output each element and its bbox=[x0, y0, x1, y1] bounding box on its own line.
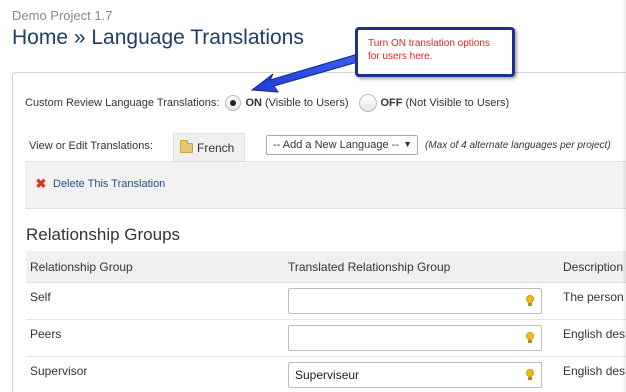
translated-group-input[interactable] bbox=[288, 325, 542, 351]
folder-icon bbox=[180, 140, 193, 153]
column-header-group: Relationship Group bbox=[30, 260, 133, 274]
tab-french[interactable]: French bbox=[173, 133, 245, 162]
table-row: Self The person bbox=[26, 283, 626, 320]
project-title: Demo Project 1.7 bbox=[12, 8, 113, 23]
review-label: Custom Review Language Translations: bbox=[25, 97, 220, 109]
row-group-name: Self bbox=[30, 290, 51, 304]
lightbulb-icon[interactable] bbox=[526, 369, 534, 381]
callout-arrow bbox=[250, 53, 362, 93]
delete-bar: ✖ Delete This Translation bbox=[25, 161, 626, 209]
delete-translation-button[interactable]: ✖ Delete This Translation bbox=[35, 176, 166, 191]
delete-translation-label: Delete This Translation bbox=[53, 178, 166, 190]
section-title: Relationship Groups bbox=[26, 225, 181, 244]
page-edge-shadow bbox=[622, 0, 626, 392]
add-language-select-value: -- Add a New Language -- bbox=[273, 139, 399, 151]
tab-french-label: French bbox=[197, 141, 235, 155]
max-languages-note: (Max of 4 alternate languages per projec… bbox=[425, 140, 611, 151]
radio-off-note: (Not Visible to Users) bbox=[405, 97, 510, 109]
row-description: The person bbox=[563, 290, 624, 304]
callout-note: Turn ON translation options for users he… bbox=[355, 27, 515, 77]
row-group-name: Supervisor bbox=[30, 364, 88, 378]
translated-group-input[interactable] bbox=[288, 362, 542, 388]
table-row: Peers English des bbox=[26, 320, 626, 357]
chevron-down-icon: ▼ bbox=[403, 139, 412, 149]
row-description: English des bbox=[563, 364, 626, 378]
translations-label: View or Edit Translations: bbox=[29, 140, 153, 152]
lightbulb-icon[interactable] bbox=[526, 295, 534, 307]
row-description: English des bbox=[563, 327, 626, 341]
column-header-translated: Translated Relationship Group bbox=[288, 260, 451, 274]
table-row: Supervisor English des bbox=[26, 357, 626, 392]
column-header-description: Description bbox=[563, 260, 624, 274]
add-language-select[interactable]: -- Add a New Language -- ▼ bbox=[266, 135, 418, 155]
table-header: Relationship Group Translated Relationsh… bbox=[26, 251, 626, 283]
row-group-name: Peers bbox=[30, 327, 62, 341]
radio-on-dot bbox=[230, 100, 237, 106]
translated-group-input[interactable] bbox=[288, 288, 542, 314]
lightbulb-icon[interactable] bbox=[526, 332, 534, 344]
translation-tabs-row: View or Edit Translations: French -- Add… bbox=[25, 133, 626, 162]
translations-panel: Custom Review Language Translations: ON … bbox=[12, 72, 626, 392]
delete-icon: ✖ bbox=[35, 176, 47, 191]
radio-off-label: OFF bbox=[380, 97, 403, 109]
